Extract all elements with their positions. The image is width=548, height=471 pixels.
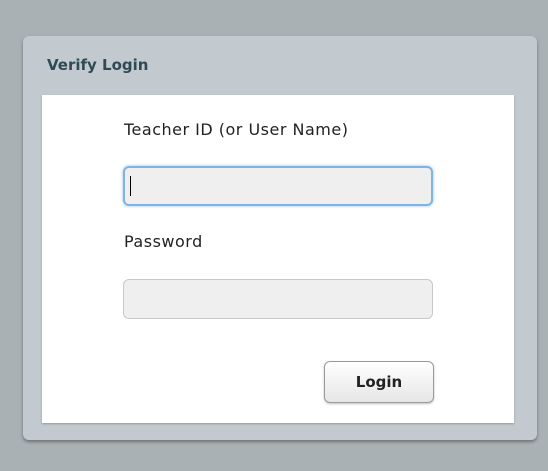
password-label: Password xyxy=(124,232,203,251)
login-form: Teacher ID (or User Name) Password Login xyxy=(42,95,514,423)
teacher-id-label: Teacher ID (or User Name) xyxy=(124,120,349,139)
teacher-id-input[interactable] xyxy=(123,166,433,206)
text-cursor xyxy=(130,176,131,196)
password-input[interactable] xyxy=(123,279,433,319)
verify-login-panel: Verify Login Teacher ID (or User Name) P… xyxy=(23,36,537,440)
login-button[interactable]: Login xyxy=(324,361,434,403)
panel-title: Verify Login xyxy=(47,56,149,74)
